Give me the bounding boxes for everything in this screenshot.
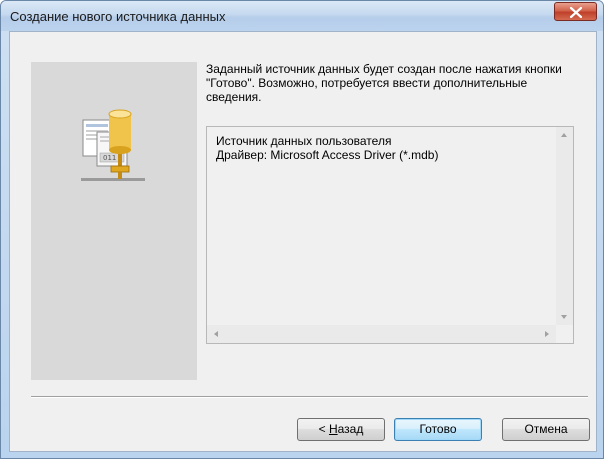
scroll-right-arrow-icon[interactable] <box>545 331 549 337</box>
svg-text:011: 011 <box>103 154 116 162</box>
close-button[interactable] <box>554 2 597 21</box>
back-button-prefix: < <box>318 422 329 436</box>
back-button-accelerator: Н <box>328 422 338 436</box>
finish-button[interactable]: Готово <box>394 418 482 441</box>
dialog-client-area: 011 Заданный источник данных будет созда… <box>9 31 597 452</box>
scroll-left-arrow-icon[interactable] <box>214 331 218 337</box>
cancel-button[interactable]: Отмена <box>502 418 590 441</box>
vertical-scrollbar[interactable] <box>556 127 573 325</box>
title-bar[interactable]: Создание нового источника данных <box>1 1 603 31</box>
summary-textbox[interactable]: Источник данных пользователя Драйвер: Mi… <box>206 126 574 344</box>
scroll-down-arrow-icon[interactable] <box>561 315 567 319</box>
close-icon <box>570 7 582 18</box>
summary-line-driver: Драйвер: Microsoft Access Driver (*.mdb) <box>216 148 439 162</box>
dialog-window: Создание нового источника данных 011 Зад… <box>0 0 604 459</box>
separator-line <box>31 396 588 398</box>
back-button[interactable]: < Назад <box>297 418 385 441</box>
summary-line-source: Источник данных пользователя <box>216 134 392 148</box>
scroll-up-arrow-icon[interactable] <box>561 133 567 137</box>
wizard-side-panel: 011 <box>31 62 197 380</box>
odbc-datasource-icon: 011 <box>81 109 145 181</box>
back-button-label: азад <box>337 422 364 436</box>
window-title: Создание нового источника данных <box>10 9 226 24</box>
info-text: Заданный источник данных будет создан по… <box>206 62 562 104</box>
horizontal-scrollbar[interactable] <box>207 325 556 343</box>
